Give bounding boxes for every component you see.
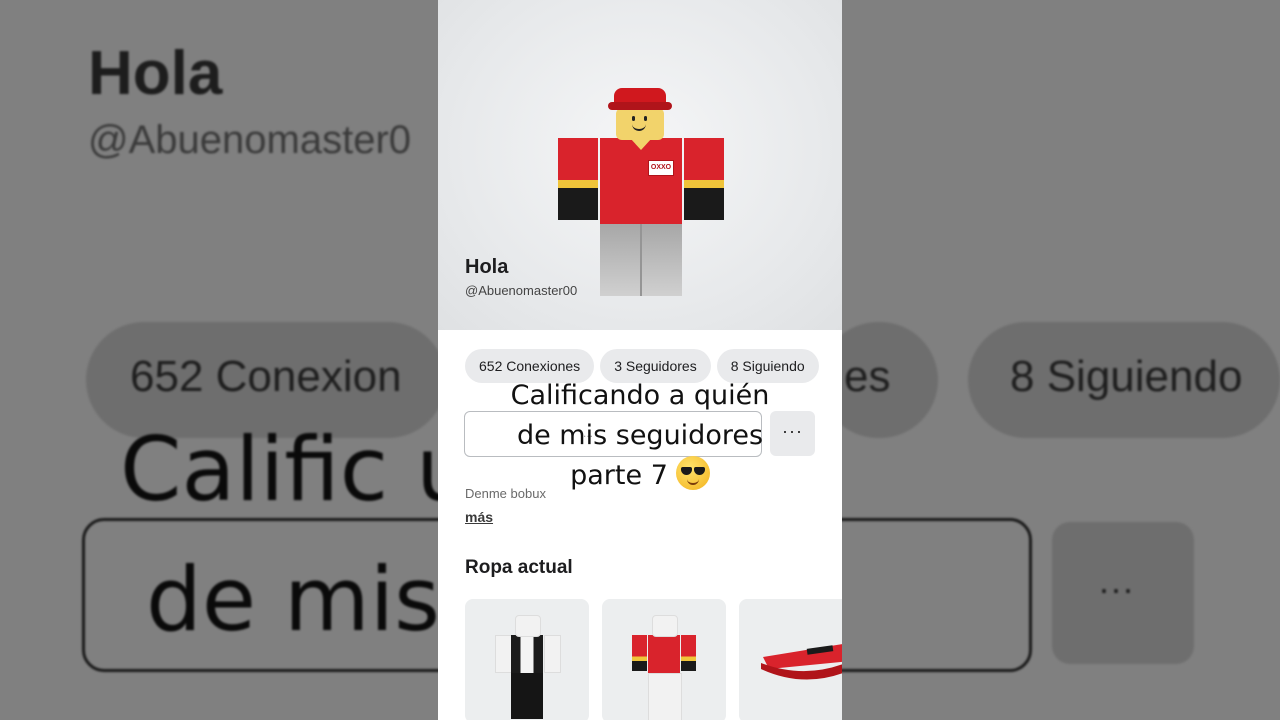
- profile-screen: OXXO Hola @Abuenomaster00 652 Conexiones…: [438, 0, 842, 720]
- bio-text: Denme bobux: [465, 486, 546, 501]
- status-input-text: ...: [583, 426, 594, 440]
- bg-pill-siguiendo: 8 Siguiendo: [968, 322, 1280, 438]
- red-shirt-figure-icon: [632, 615, 696, 720]
- stat-seguidores-pill[interactable]: 3 Seguidores: [600, 349, 711, 383]
- tuxedo-figure-icon: [495, 615, 561, 720]
- status-input[interactable]: ...: [464, 411, 762, 457]
- stat-conexiones-pill[interactable]: 652 Conexiones: [465, 349, 595, 383]
- bg-display-name: Hola: [88, 39, 223, 108]
- current-outfit-title: Ropa actual: [465, 557, 573, 578]
- avatar-head: [616, 108, 664, 140]
- bio-more-link[interactable]: más: [465, 509, 493, 525]
- outfit-item-tuxedo[interactable]: [465, 599, 589, 720]
- outfit-item-red-shirt[interactable]: [602, 599, 726, 720]
- avatar-hero: OXXO Hola @Abuenomaster00: [438, 0, 842, 330]
- bg-username: @Abuenomaster0: [88, 118, 412, 162]
- avatar-left-arm: [558, 138, 598, 220]
- shirt-logo-icon: OXXO: [648, 160, 674, 176]
- visor-hat-icon: [761, 644, 842, 680]
- avatar-legs: [600, 224, 682, 296]
- avatar-visor: [608, 102, 672, 110]
- more-options-button[interactable]: ···: [770, 411, 815, 456]
- avatar-torso: OXXO: [600, 138, 682, 224]
- display-name: Hola: [465, 256, 509, 278]
- username: @Abuenomaster00: [465, 283, 578, 298]
- outfit-item-red-visor[interactable]: [739, 599, 842, 720]
- avatar-3d[interactable]: OXXO: [556, 86, 726, 300]
- avatar-right-arm: [684, 138, 724, 220]
- stats-row: 652 Conexiones 3 Seguidores 8 Siguiendo: [465, 349, 825, 383]
- stat-siguiendo-pill[interactable]: 8 Siguiendo: [716, 349, 819, 383]
- bg-more-button: ···: [1052, 522, 1194, 664]
